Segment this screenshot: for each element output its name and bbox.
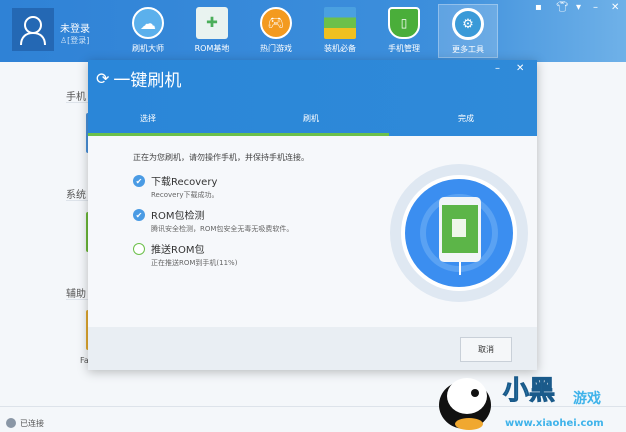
check-icon: ✔ xyxy=(133,209,145,221)
feedback-icon[interactable]: ▪ xyxy=(535,2,542,13)
apps-icon xyxy=(324,7,356,39)
top-bar: 未登录 ♙[登录] ☁ 刷机大师 ✚ ROM基地 🎮︎ 热门游戏 装机必备 ▯ 手机管理… xyxy=(0,0,626,62)
nav-more-tools[interactable]: ⚙ 更多工具 xyxy=(438,4,498,58)
close-icon[interactable]: ✕ xyxy=(611,2,619,13)
gamepad-icon: 🎮︎ xyxy=(260,7,292,39)
login-link[interactable]: ♙[登录] xyxy=(60,35,89,46)
dialog-header: ⟳ 一键刷机 – ✕ 选择 刷机 完成 xyxy=(88,60,537,136)
refresh-icon: ⟳ xyxy=(96,69,110,88)
menu-icon[interactable]: ▾ xyxy=(576,2,581,13)
section-assist: 辅助 xyxy=(66,289,86,300)
progress-bar xyxy=(88,133,389,136)
tab-flash: 刷机 xyxy=(303,114,319,123)
nav-essentials[interactable]: 装机必备 xyxy=(310,4,370,58)
phone-shield-icon: ▯ xyxy=(388,7,420,39)
username: 未登录 xyxy=(60,24,90,35)
nav-rom-base[interactable]: ✚ ROM基地 xyxy=(182,4,242,58)
cloud-icon: ☁ xyxy=(132,7,164,39)
rom-bag-icon: ✚ xyxy=(196,7,228,39)
nav-hot-games[interactable]: 🎮︎ 热门游戏 xyxy=(246,4,306,58)
tab-done: 完成 xyxy=(458,114,474,123)
flash-dialog: ⟳ 一键刷机 – ✕ 选择 刷机 完成 正在为您刷机，请勿操作手机，并保持手机连接… xyxy=(88,60,537,370)
tab-select: 选择 xyxy=(140,114,156,123)
user-icon xyxy=(20,15,46,45)
dialog-minimize-icon[interactable]: – xyxy=(495,63,500,74)
minimize-icon[interactable]: – xyxy=(593,2,598,13)
connection-status: 已连接 xyxy=(20,418,44,428)
step-download-recovery: ✔ 下载Recovery Recovery下载成功。 xyxy=(133,173,218,200)
step-rom-check: ✔ ROM包检测 腾讯安全检测，ROM包安全无毒无吸费软件。 xyxy=(133,207,293,234)
spinner-icon xyxy=(133,243,145,255)
intro-text: 正在为您刷机，请勿操作手机，并保持手机连接。 xyxy=(133,153,309,162)
dialog-close-icon[interactable]: ✕ xyxy=(516,63,524,74)
dialog-title: 一键刷机 xyxy=(113,71,182,91)
nav-phone-manage[interactable]: ▯ 手机管理 xyxy=(374,4,434,58)
section-phone: 手机 xyxy=(66,92,86,103)
skin-icon[interactable]: 👕︎ xyxy=(556,2,569,13)
nav-flash-master[interactable]: ☁ 刷机大师 xyxy=(118,4,178,58)
section-system: 系统 xyxy=(66,190,86,201)
wrench-icon: ⚙ xyxy=(452,8,484,40)
panda-mascot-icon xyxy=(439,378,491,430)
phone-transfer-illustration xyxy=(390,164,528,302)
phone-connected-icon xyxy=(6,418,16,428)
cancel-button[interactable]: 取消 xyxy=(460,337,512,362)
watermark-logo: 小黑 游戏 www.xiaohei.com xyxy=(435,360,626,432)
avatar[interactable] xyxy=(12,8,54,51)
check-icon: ✔ xyxy=(133,175,145,187)
step-push-rom: 推送ROM包 正在推送ROM到手机(11%) xyxy=(133,241,237,268)
